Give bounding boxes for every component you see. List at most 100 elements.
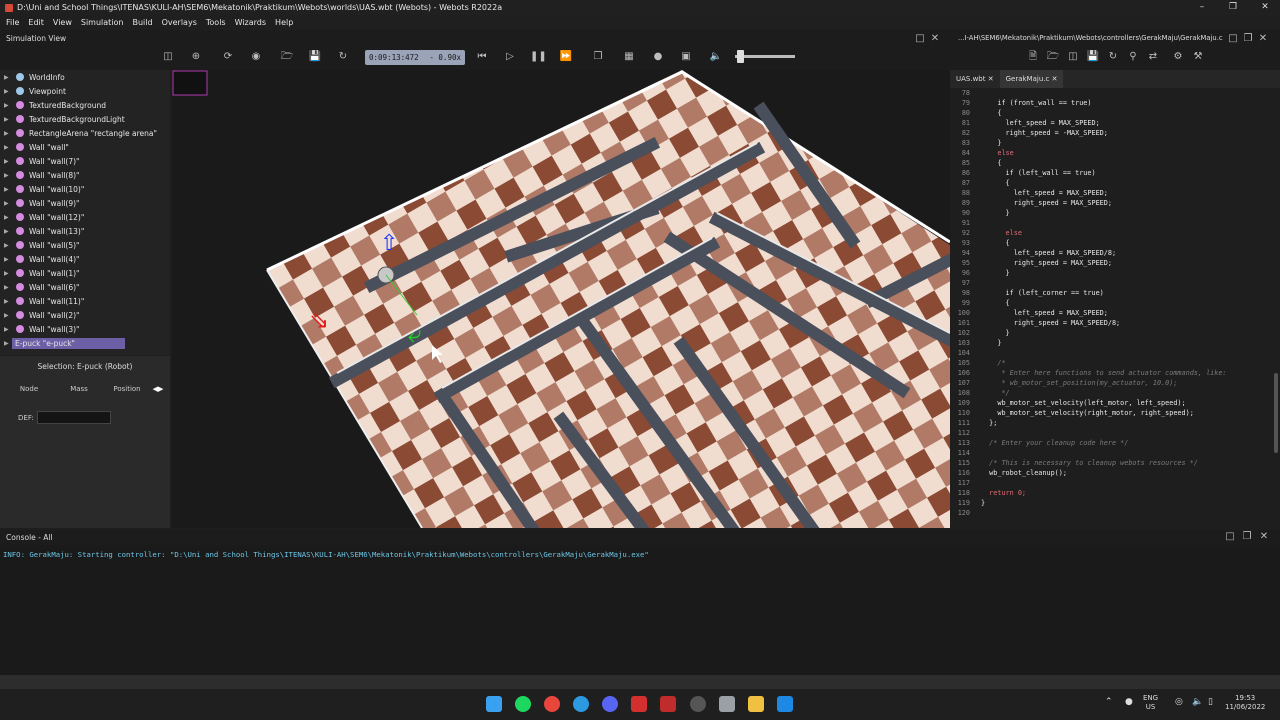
file-explorer-icon[interactable] bbox=[748, 696, 764, 712]
pause-icon[interactable]: ❚❚ bbox=[530, 50, 547, 64]
menu-help[interactable]: Help bbox=[272, 18, 299, 27]
expand-arrow-icon[interactable]: ▶ bbox=[4, 298, 12, 305]
volume-slider-knob[interactable] bbox=[737, 50, 744, 63]
rotate-view-icon[interactable]: ⟳ bbox=[220, 50, 236, 64]
network-icon[interactable]: ◎ bbox=[1175, 697, 1183, 707]
discord-icon[interactable] bbox=[602, 696, 618, 712]
close-panel-icon[interactable]: ✕ bbox=[1256, 530, 1272, 544]
axis-z-arrow-icon[interactable]: ⇧ bbox=[380, 231, 398, 256]
tab-uas-wbt[interactable]: UAS.wbt ✕ bbox=[950, 70, 1000, 88]
tree-item[interactable]: ▶ Wall "wall(8)" bbox=[0, 168, 170, 182]
close-window-icon[interactable]: ✕ bbox=[1250, 0, 1280, 15]
expand-arrow-icon[interactable]: ▶ bbox=[4, 326, 12, 333]
volume-icon[interactable]: 🔈 bbox=[1192, 697, 1203, 707]
tree-item[interactable]: ▶ Wall "wall(11)" bbox=[0, 294, 170, 308]
menu-simulation[interactable]: Simulation bbox=[78, 18, 130, 27]
toggle-scene-tree-icon[interactable]: ◫ bbox=[160, 50, 176, 64]
tree-item[interactable]: ▶ Wall "wall(6)" bbox=[0, 280, 170, 294]
tab-gerakmaju-c[interactable]: GerakMaju.c ✕ bbox=[999, 70, 1064, 88]
console-output[interactable]: INFO: GerakMaju: Starting controller: "D… bbox=[0, 545, 1280, 675]
tab-mass[interactable]: Mass bbox=[54, 382, 104, 396]
add-node-icon[interactable]: ⊕ bbox=[188, 50, 204, 64]
tree-item[interactable]: ▶ Wall "wall(4)" bbox=[0, 252, 170, 266]
new-file-icon[interactable]: 🗎 bbox=[1025, 50, 1041, 64]
expand-arrow-icon[interactable]: ▶ bbox=[4, 256, 12, 263]
tree-item[interactable]: ▶ TexturedBackground bbox=[0, 98, 170, 112]
expand-arrow-icon[interactable]: ▶ bbox=[4, 242, 12, 249]
float-icon[interactable]: ❐ bbox=[1239, 530, 1255, 544]
tree-item[interactable]: ▶ RectangleArena "rectangle arena" bbox=[0, 126, 170, 140]
close-panel-icon[interactable]: ✕ bbox=[1255, 32, 1271, 46]
expand-arrow-icon[interactable]: ▶ bbox=[4, 340, 12, 347]
settings-icon[interactable] bbox=[719, 696, 735, 712]
expand-arrow-icon[interactable]: ▶ bbox=[4, 172, 12, 179]
expand-arrow-icon[interactable]: ▶ bbox=[4, 158, 12, 165]
microphone-icon[interactable]: ● bbox=[1125, 697, 1133, 707]
tab-position[interactable]: Position bbox=[104, 382, 150, 396]
expand-arrow-icon[interactable]: ▶ bbox=[4, 312, 12, 319]
tree-item[interactable]: ▶ TexturedBackgroundLight bbox=[0, 112, 170, 126]
tree-item[interactable]: ▶ WorldInfo bbox=[0, 70, 170, 84]
build-settings-icon[interactable]: ⚙ bbox=[1170, 50, 1186, 64]
tab-node[interactable]: Node bbox=[4, 382, 54, 396]
tree-item[interactable]: ▶ Wall "wall" bbox=[0, 140, 170, 154]
replace-icon[interactable]: ⇄ bbox=[1145, 50, 1161, 64]
menu-build[interactable]: Build bbox=[130, 18, 159, 27]
edge-icon[interactable] bbox=[573, 696, 589, 712]
axis-y-arrow-icon[interactable]: ⤶ bbox=[408, 320, 421, 348]
tree-item[interactable]: ▶ Viewpoint bbox=[0, 84, 170, 98]
volume-slider[interactable] bbox=[735, 50, 795, 63]
expand-arrow-icon[interactable]: ▶ bbox=[4, 116, 12, 123]
eye-icon[interactable]: ◉ bbox=[248, 50, 264, 64]
menu-tools[interactable]: Tools bbox=[203, 18, 232, 27]
close-tab-icon[interactable]: ✕ bbox=[988, 75, 994, 83]
3d-view[interactable]: ⇧ ⇘ ⤶ bbox=[172, 70, 950, 528]
render-toggle-icon[interactable]: ❐ bbox=[590, 50, 606, 64]
spotify-icon[interactable] bbox=[515, 696, 531, 712]
fast-forward-icon[interactable]: ⏩ bbox=[558, 50, 574, 64]
expand-arrow-icon[interactable]: ▶ bbox=[4, 130, 12, 137]
expand-arrow-icon[interactable]: ▶ bbox=[4, 102, 12, 109]
expand-arrow-icon[interactable]: ▶ bbox=[4, 74, 12, 81]
close-tab-icon[interactable]: ✕ bbox=[1052, 75, 1058, 83]
expand-arrow-icon[interactable]: ▶ bbox=[4, 200, 12, 207]
build-icon[interactable]: ⚒ bbox=[1190, 50, 1206, 64]
expand-arrow-icon[interactable]: ▶ bbox=[4, 214, 12, 221]
vscode-icon[interactable] bbox=[777, 696, 793, 712]
find-icon[interactable]: ⚲ bbox=[1125, 50, 1141, 64]
menu-view[interactable]: View bbox=[50, 18, 78, 27]
undock-icon[interactable]: □ bbox=[1225, 32, 1241, 46]
save-world-icon[interactable]: 💾 bbox=[307, 50, 323, 64]
language-indicator[interactable]: ENG US bbox=[1143, 694, 1158, 712]
tree-item[interactable]: ▶ Wall "wall(9)" bbox=[0, 196, 170, 210]
clock[interactable]: 19:53 11/06/2022 bbox=[1225, 694, 1265, 712]
tree-item[interactable]: ▶ Wall "wall(10)" bbox=[0, 182, 170, 196]
battery-icon[interactable]: ▯ bbox=[1208, 697, 1213, 707]
tree-item[interactable]: ▶ Wall "wall(7)" bbox=[0, 154, 170, 168]
undock-icon[interactable]: □ bbox=[912, 32, 928, 46]
webots-icon[interactable] bbox=[660, 696, 676, 712]
reload-world-icon[interactable]: ↻ bbox=[335, 50, 351, 64]
expand-arrow-icon[interactable]: ▶ bbox=[4, 88, 12, 95]
close-panel-icon[interactable]: ✕ bbox=[927, 32, 943, 46]
reset-simulation-icon[interactable]: ⏮ bbox=[474, 50, 490, 64]
screenshot-icon[interactable]: ▣ bbox=[678, 50, 694, 64]
minimize-icon[interactable]: – bbox=[1187, 0, 1217, 15]
maximize-icon[interactable]: ❐ bbox=[1218, 0, 1248, 15]
tree-item-selected[interactable]: ▶ E-puck "e-puck" bbox=[0, 336, 170, 350]
tree-item[interactable]: ▶ Wall "wall(3)" bbox=[0, 322, 170, 336]
tree-item[interactable]: ▶ Wall "wall(13)" bbox=[0, 224, 170, 238]
office-icon[interactable] bbox=[631, 696, 647, 712]
axis-x-arrow-icon[interactable]: ⇘ bbox=[309, 306, 329, 334]
menu-overlays[interactable]: Overlays bbox=[159, 18, 203, 27]
record-icon[interactable]: ● bbox=[650, 50, 666, 64]
tree-item[interactable]: ▶ Wall "wall(1)" bbox=[0, 266, 170, 280]
undock-icon[interactable]: □ bbox=[1222, 530, 1238, 544]
movie-icon[interactable]: ▦ bbox=[621, 50, 637, 64]
save-file-icon[interactable]: 💾 bbox=[1085, 50, 1101, 64]
tree-item[interactable]: ▶ Wall "wall(2)" bbox=[0, 308, 170, 322]
volume-icon[interactable]: 🔈 bbox=[708, 50, 724, 64]
expand-arrow-icon[interactable]: ▶ bbox=[4, 144, 12, 151]
tree-item[interactable]: ▶ Wall "wall(12)" bbox=[0, 210, 170, 224]
expand-arrow-icon[interactable]: ▶ bbox=[4, 186, 12, 193]
